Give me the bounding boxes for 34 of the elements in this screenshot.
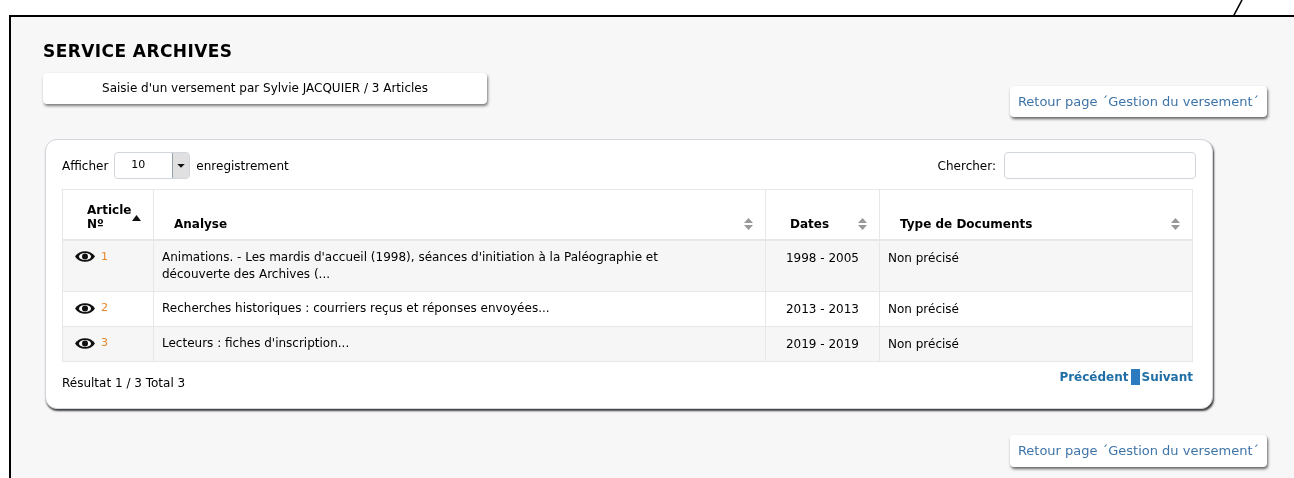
- table-cell: 1998 - 2005: [765, 239, 880, 292]
- sort-icon[interactable]: [744, 217, 753, 230]
- table-cell: Recherches historiques : courriers reçus et réponses envoyées...: [153, 291, 766, 327]
- table-cell: Non précisé: [879, 326, 1193, 362]
- sort-icon[interactable]: [1171, 217, 1180, 230]
- result-count: Résultat 1 / 3 Total 3: [62, 375, 186, 392]
- back-link[interactable]: Retour page ´Gestion du versement´: [1009, 435, 1267, 467]
- table-cell: Animations. - Les mardis d'accueil (1998), séances d'initiation à la Paléographie et découverte des Archives (...: [153, 239, 766, 292]
- table-cell: Lecteurs : fiches d'inscription...: [153, 326, 766, 362]
- back-link[interactable]: Retour page ´Gestion du versement´: [1009, 85, 1267, 117]
- table-cell: 2019 - 2019: [765, 326, 880, 362]
- sort-ascending-icon[interactable]: [132, 214, 141, 221]
- column-header[interactable]: Dates: [765, 189, 880, 240]
- dropdown-caret-icon: [172, 153, 190, 178]
- current-page-marker: [1130, 368, 1140, 385]
- records-label: enregistrement: [196, 157, 289, 175]
- search-label: Chercher:: [937, 157, 996, 175]
- sort-icon[interactable]: [858, 217, 867, 230]
- summary-banner: Saisie d'un versement par Sylvie JACQUIER / 3 Articles: [43, 72, 487, 104]
- show-label: Afficher: [62, 157, 109, 175]
- search-field[interactable]: [1004, 152, 1196, 179]
- page-size-select[interactable]: 10: [114, 152, 191, 179]
- column-header[interactable]: Analyse: [153, 189, 766, 240]
- table-cell: 2013 - 2013: [765, 291, 880, 327]
- previous-link[interactable]: Précédent: [1059, 367, 1129, 386]
- table-cell: Non précisé: [879, 239, 1193, 292]
- column-header[interactable]: Article Nº: [62, 189, 154, 240]
- table-cell: Non précisé: [879, 291, 1193, 327]
- page-title: SERVICE ARCHIVES: [43, 40, 234, 63]
- eye-icon[interactable]: [75, 337, 95, 349]
- column-header[interactable]: Type de Documents: [879, 189, 1193, 240]
- eye-icon[interactable]: [75, 302, 95, 314]
- eye-icon[interactable]: [75, 251, 95, 263]
- next-link[interactable]: Suivant: [1141, 367, 1193, 386]
